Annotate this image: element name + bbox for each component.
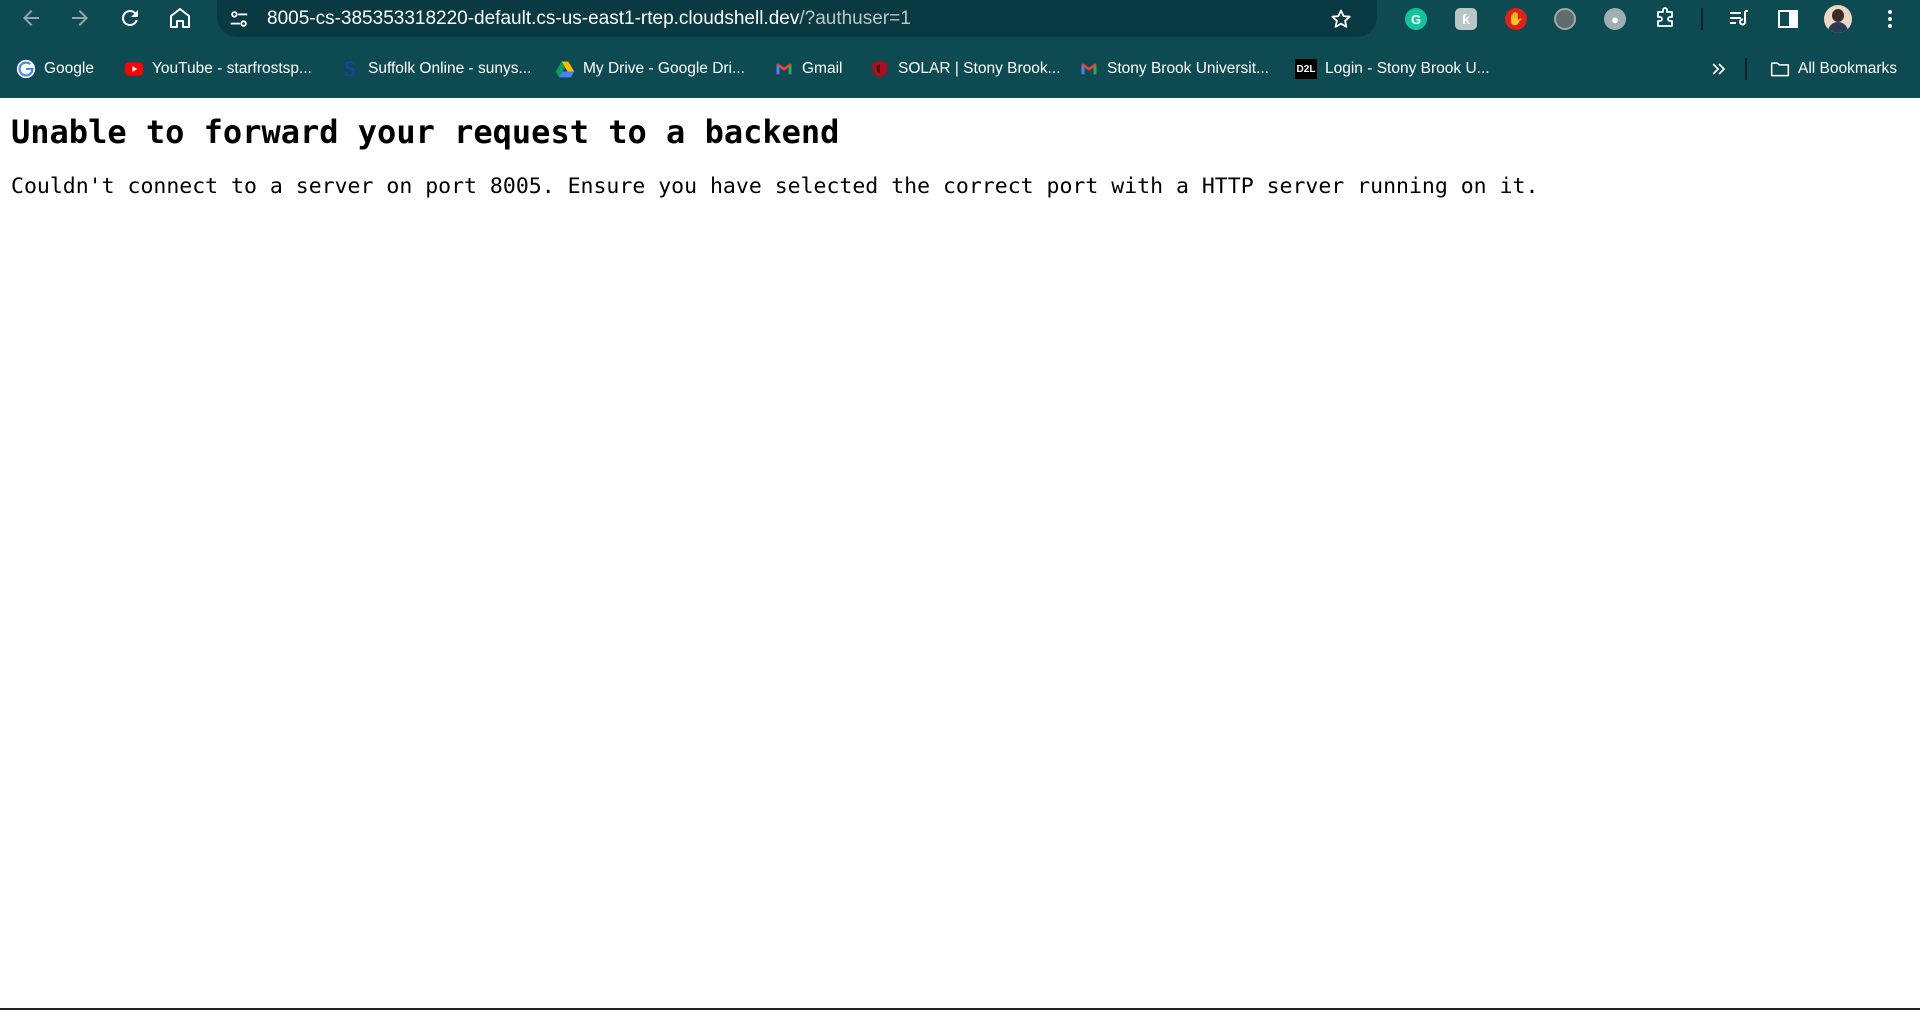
bookmark-label: My Drive - Google Dri... [583, 60, 745, 77]
forward-icon [72, 10, 88, 26]
grammarly-icon: G [1405, 8, 1427, 30]
bookmarks-divider [1745, 58, 1747, 80]
bookmark-label: Login - Stony Brook U... [1325, 60, 1490, 77]
stop-hand-icon: ✋ [1505, 8, 1527, 30]
reading-list-icon [1730, 10, 1748, 26]
gmail-icon [1079, 59, 1099, 79]
youtube-icon [124, 59, 144, 79]
bookmark-d2l-login[interactable]: D2L Login - Stony Brook U... [1295, 52, 1490, 86]
star-icon [1331, 9, 1351, 28]
page-content: Unable to forward your request to a back… [0, 98, 1920, 1010]
d2l-icon: D2L [1295, 59, 1317, 79]
bookmark-suffolk[interactable]: S Suffolk Online - sunys... [340, 52, 532, 86]
puzzle-icon [1657, 7, 1673, 27]
bookmark-gmail[interactable]: Gmail [774, 52, 842, 86]
profile-avatar [1824, 5, 1852, 33]
reading-list-button[interactable] [1724, 4, 1754, 34]
url-host: 8005-cs-385353318220-default.cs-us-east1… [267, 8, 800, 29]
browser-frame: 8005-cs-385353318220-default.cs-us-east1… [0, 0, 1920, 98]
all-bookmarks-label: All Bookmarks [1798, 60, 1898, 77]
home-icon [170, 8, 190, 28]
back-button[interactable] [11, 0, 51, 36]
suffolk-icon: S [343, 56, 357, 81]
error-heading: Unable to forward your request to a back… [11, 113, 840, 151]
side-panel-icon [1778, 10, 1798, 28]
solar-shield-icon [870, 59, 890, 79]
extension-pin-button[interactable]: ● [1600, 4, 1630, 34]
browser-toolbar: 8005-cs-385353318220-default.cs-us-east1… [0, 0, 1920, 37]
bookmark-label: SOLAR | Stony Brook... [898, 60, 1061, 77]
extension-k-button[interactable]: ƙ [1451, 4, 1481, 34]
error-message: Couldn't connect to a server on port 800… [11, 174, 1539, 199]
site-info-button[interactable] [227, 7, 251, 31]
back-icon [23, 10, 39, 26]
more-bookmarks-button[interactable] [1704, 52, 1734, 86]
url-query: /?authuser=1 [799, 8, 911, 29]
toolbar-divider [1701, 8, 1703, 30]
chrome-menu-button[interactable] [1875, 4, 1905, 34]
extensions-menu-button[interactable] [1650, 4, 1680, 34]
menu-icon [1888, 10, 1892, 28]
drive-icon [555, 59, 575, 79]
bookmark-solar[interactable]: SOLAR | Stony Brook... [870, 52, 1061, 86]
url-text[interactable]: 8005-cs-385353318220-default.cs-us-east1… [267, 8, 911, 30]
google-icon [16, 59, 36, 79]
bookmark-stony-brook-mail[interactable]: Stony Brook Universit... [1079, 52, 1269, 86]
site-info-icon [230, 11, 248, 27]
extension-shield-button[interactable] [1550, 4, 1580, 34]
gmail-icon [774, 59, 794, 79]
folder-icon [1770, 59, 1790, 79]
bookmark-label: Suffolk Online - sunys... [368, 60, 532, 77]
extension-shield-icon [1554, 8, 1576, 30]
reload-icon [121, 9, 138, 26]
bookmark-youtube[interactable]: YouTube - starfrostsp... [124, 52, 312, 86]
reload-button[interactable] [110, 0, 150, 36]
chevron-double-right-icon [1712, 63, 1726, 75]
bookmarks-bar: Google YouTube - starfrostsp... S Suffol… [0, 52, 1920, 86]
address-bar[interactable]: 8005-cs-385353318220-default.cs-us-east1… [217, 0, 1377, 37]
grammarly-extension[interactable]: G [1401, 4, 1431, 34]
bookmark-label: Gmail [802, 60, 843, 77]
bookmark-google[interactable]: Google [16, 52, 94, 86]
forward-button[interactable] [60, 0, 100, 36]
side-panel-button[interactable] [1773, 4, 1803, 34]
bookmark-star-button[interactable] [1327, 5, 1355, 33]
all-bookmarks-button[interactable]: All Bookmarks [1770, 52, 1897, 86]
home-button[interactable] [160, 0, 200, 36]
bookmark-label: Stony Brook Universit... [1107, 60, 1269, 77]
profile-button[interactable] [1823, 4, 1853, 34]
bookmark-drive[interactable]: My Drive - Google Dri... [555, 52, 745, 86]
bookmark-label: YouTube - starfrostsp... [152, 60, 312, 77]
bookmark-label: Google [44, 60, 94, 77]
stop-extension-button[interactable]: ✋ [1501, 4, 1531, 34]
extension-pin-icon: ● [1604, 8, 1626, 30]
extension-k-icon: ƙ [1455, 8, 1477, 30]
